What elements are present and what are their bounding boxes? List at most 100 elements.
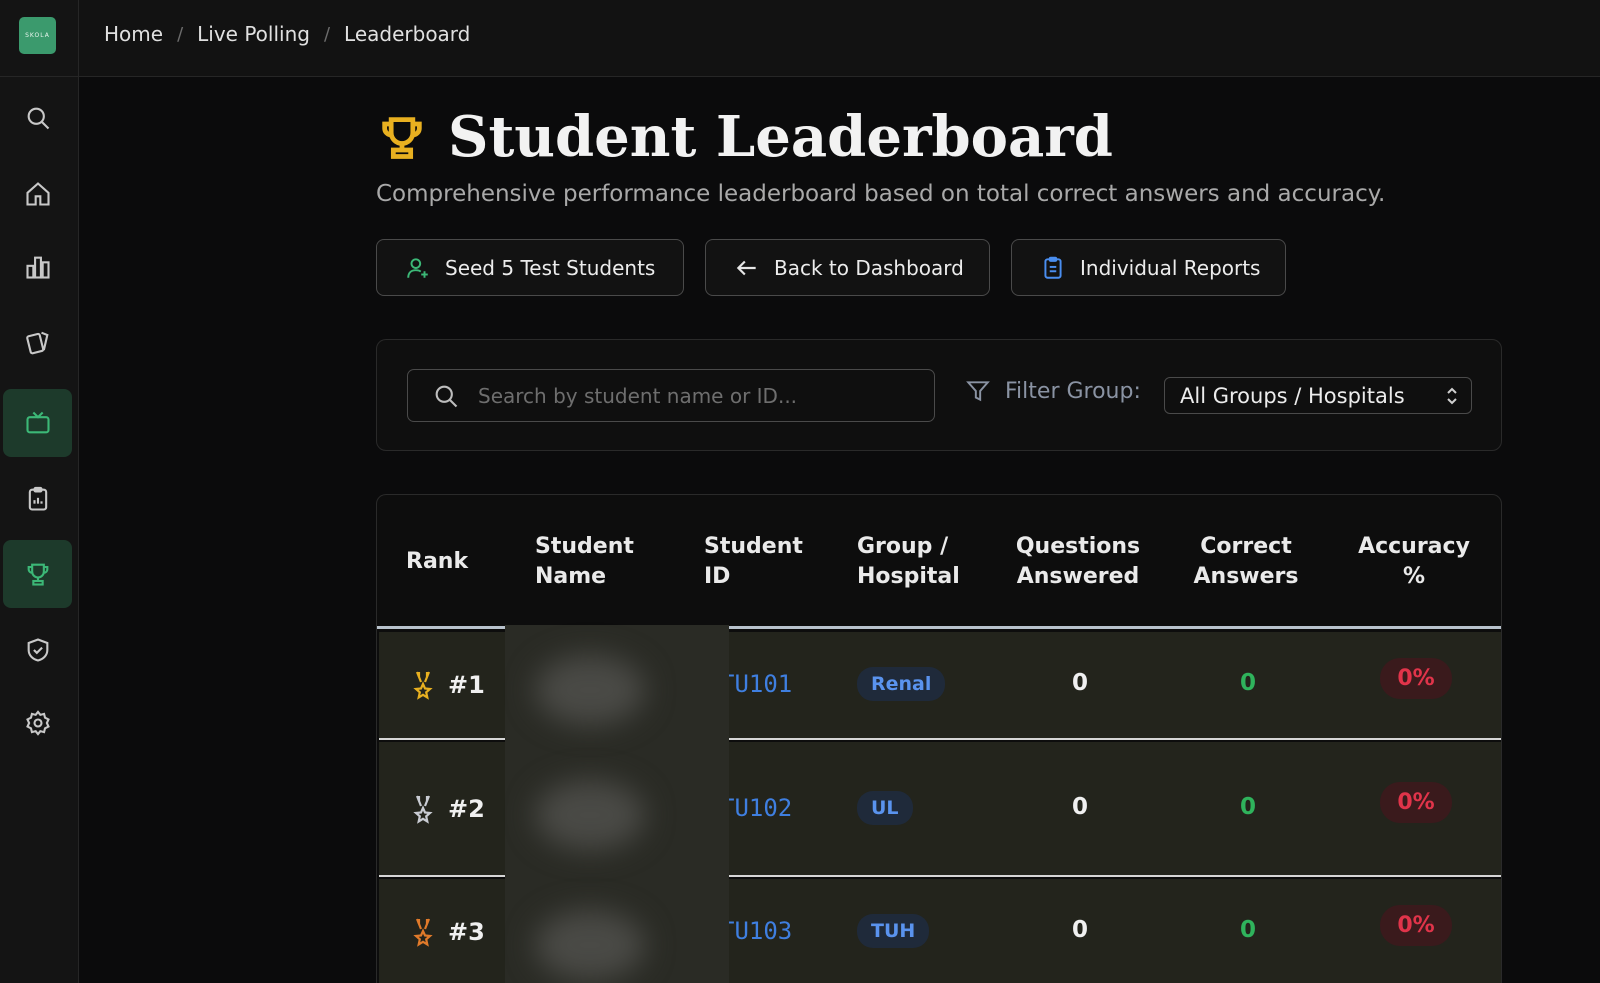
col-student-name-line2: Name: [535, 564, 607, 589]
breadcrumb-home[interactable]: Home: [104, 22, 163, 46]
group-badge: TUH: [857, 914, 930, 948]
col-questions[interactable]: Questions Answered: [1013, 532, 1143, 592]
col-student-id-line2: ID: [704, 564, 731, 589]
breadcrumb-separator: /: [177, 23, 184, 45]
col-student-id[interactable]: Student ID: [704, 532, 803, 592]
app-logo[interactable]: SKOLA: [19, 17, 56, 54]
col-questions-line2: Answered: [1016, 564, 1140, 589]
search-icon: [435, 385, 458, 407]
gear-icon: [25, 710, 50, 736]
clipboard-icon: [1044, 256, 1062, 279]
user-plus-icon: [407, 257, 428, 278]
page-subtitle: Comprehensive performance leaderboard ba…: [376, 181, 1386, 207]
breadcrumb-leaderboard: Leaderboard: [344, 22, 471, 46]
breadcrumb-live-polling[interactable]: Live Polling: [197, 22, 310, 46]
search-input[interactable]: [478, 383, 918, 408]
group-badge: Renal: [857, 667, 946, 701]
student-id[interactable]: TU103: [720, 917, 792, 945]
col-accuracy[interactable]: Accuracy %: [1353, 532, 1475, 592]
group-badge-text: Renal: [857, 667, 946, 701]
col-correct[interactable]: Correct Answers: [1185, 532, 1307, 592]
accuracy-value: 0%: [1380, 905, 1452, 946]
top-bar: Home / Live Polling / Leaderboard: [79, 0, 1600, 77]
individual-reports-label: Individual Reports: [1080, 255, 1261, 280]
rank-value: #1: [448, 671, 485, 699]
correct-answers: 0: [1239, 794, 1256, 820]
search-icon: [27, 107, 49, 130]
group-badge-text: TUH: [857, 914, 930, 948]
student-id[interactable]: TU102: [720, 794, 792, 822]
nav-search[interactable]: [3, 84, 72, 152]
group-select[interactable]: All Groups / Hospitals: [1164, 377, 1472, 414]
questions-answered: 0: [1071, 917, 1088, 943]
medal-gold-icon: [413, 671, 433, 700]
breadcrumb-separator: /: [323, 23, 331, 45]
student-name-redacted: [505, 625, 729, 983]
tv-icon: [25, 411, 50, 434]
student-id[interactable]: TU101: [720, 670, 792, 698]
page-title: Student Leaderboard: [448, 104, 1113, 170]
nav-security[interactable]: [3, 616, 72, 684]
col-group-line2: Hospital: [857, 564, 960, 589]
rank-value: #2: [448, 795, 485, 823]
logo-text: SKOLA: [25, 32, 50, 39]
nav-settings[interactable]: [3, 689, 72, 757]
nav-flashcards[interactable]: [3, 308, 72, 376]
correct-answers: 0: [1239, 670, 1256, 696]
col-group[interactable]: Group / Hospital: [857, 532, 960, 592]
shield-check-icon: [27, 638, 48, 662]
accuracy-badge: 0%: [1355, 905, 1477, 946]
page-header: Student Leaderboard: [376, 104, 1113, 170]
questions-answered: 0: [1071, 670, 1088, 696]
rank-cell: #2: [412, 794, 485, 824]
back-to-dashboard-button[interactable]: Back to Dashboard: [705, 239, 990, 296]
col-student-name[interactable]: Student Name: [535, 532, 634, 592]
rank-cell: #1: [412, 670, 485, 700]
medal-silver-icon: [413, 795, 433, 824]
table-header: Rank Student Name Student ID Group / Hos…: [377, 495, 1501, 629]
arrow-left-icon: [736, 260, 756, 275]
col-student-id-line1: Student: [704, 534, 803, 559]
rank-cell: #3: [412, 917, 485, 947]
accuracy-value: 0%: [1380, 658, 1452, 699]
chevron-up-down-icon: [1447, 387, 1457, 405]
bar-chart-icon: [25, 256, 50, 279]
redacted-name: [535, 655, 645, 725]
seed-students-label: Seed 5 Test Students: [445, 255, 656, 280]
filter-group-label: Filter Group:: [965, 378, 1141, 404]
trophy-icon: [27, 563, 48, 586]
col-correct-line2: Answers: [1193, 564, 1299, 589]
col-questions-line1: Questions: [1015, 534, 1141, 559]
group-select-value: All Groups / Hospitals: [1180, 383, 1405, 408]
rank-value: #3: [448, 918, 485, 946]
nav-live-polling[interactable]: [3, 389, 72, 457]
nav-leaderboard[interactable]: [3, 540, 72, 608]
filter-group-text: Filter Group:: [1005, 378, 1141, 404]
redacted-name: [535, 780, 645, 850]
col-student-name-line1: Student: [535, 534, 634, 559]
group-badge-text: UL: [857, 791, 913, 825]
medal-bronze-icon: [413, 918, 433, 947]
redacted-name: [535, 910, 645, 980]
correct-answers: 0: [1239, 917, 1256, 943]
back-to-dashboard-label: Back to Dashboard: [774, 255, 964, 280]
nav-home[interactable]: [3, 160, 72, 228]
seed-students-button[interactable]: Seed 5 Test Students: [376, 239, 684, 296]
questions-answered: 0: [1071, 794, 1088, 820]
leaderboard-table: Rank Student Name Student ID Group / Hos…: [376, 494, 1502, 983]
sidebar: SKOLA: [0, 0, 79, 983]
filter-icon: [966, 381, 990, 402]
nav-analytics[interactable]: [3, 233, 72, 301]
trophy-icon: [382, 117, 422, 159]
individual-reports-button[interactable]: Individual Reports: [1011, 239, 1286, 296]
filter-panel: Filter Group: All Groups / Hospitals: [376, 339, 1502, 451]
accuracy-value: 0%: [1380, 782, 1452, 823]
sidebar-divider: [0, 76, 79, 77]
search-box: [407, 369, 935, 422]
group-badge: UL: [857, 791, 913, 825]
nav-reports[interactable]: [3, 465, 72, 533]
col-rank[interactable]: Rank: [406, 547, 468, 577]
cards-icon: [25, 331, 49, 355]
accuracy-badge: 0%: [1355, 658, 1477, 699]
col-accuracy-line1: Accuracy: [1358, 534, 1470, 559]
